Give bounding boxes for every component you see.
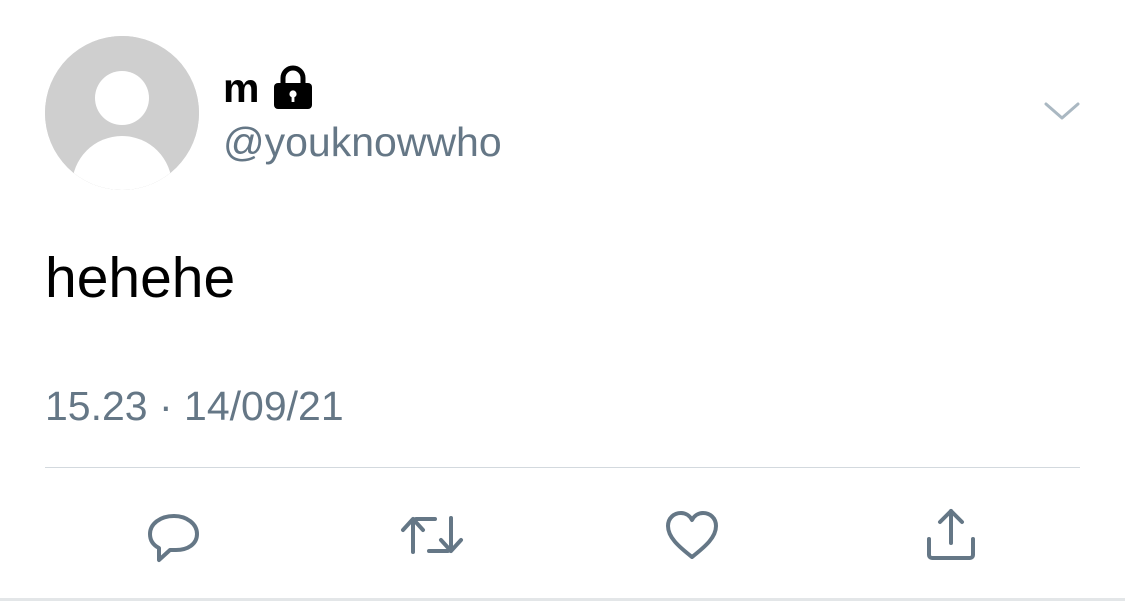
author-handle[interactable]: @youknowwho [223, 116, 502, 168]
like-button[interactable] [657, 500, 727, 570]
author-name-row: m [223, 62, 314, 114]
tweet-text: hehehe [45, 246, 236, 310]
heart-icon [666, 511, 718, 559]
retweet-icon [401, 516, 463, 554]
divider [45, 467, 1080, 468]
avatar[interactable] [45, 36, 199, 190]
default-avatar-icon [45, 36, 199, 190]
tweet-timestamp: 15.23 · 14/09/21 [45, 383, 344, 429]
reply-button[interactable] [140, 500, 210, 570]
chevron-down-icon[interactable] [1040, 96, 1084, 126]
share-icon [927, 509, 975, 560]
lock-icon [272, 65, 314, 111]
display-name[interactable]: m [223, 62, 260, 114]
share-button[interactable] [916, 500, 986, 570]
retweet-button[interactable] [397, 500, 467, 570]
reply-icon [148, 514, 199, 562]
